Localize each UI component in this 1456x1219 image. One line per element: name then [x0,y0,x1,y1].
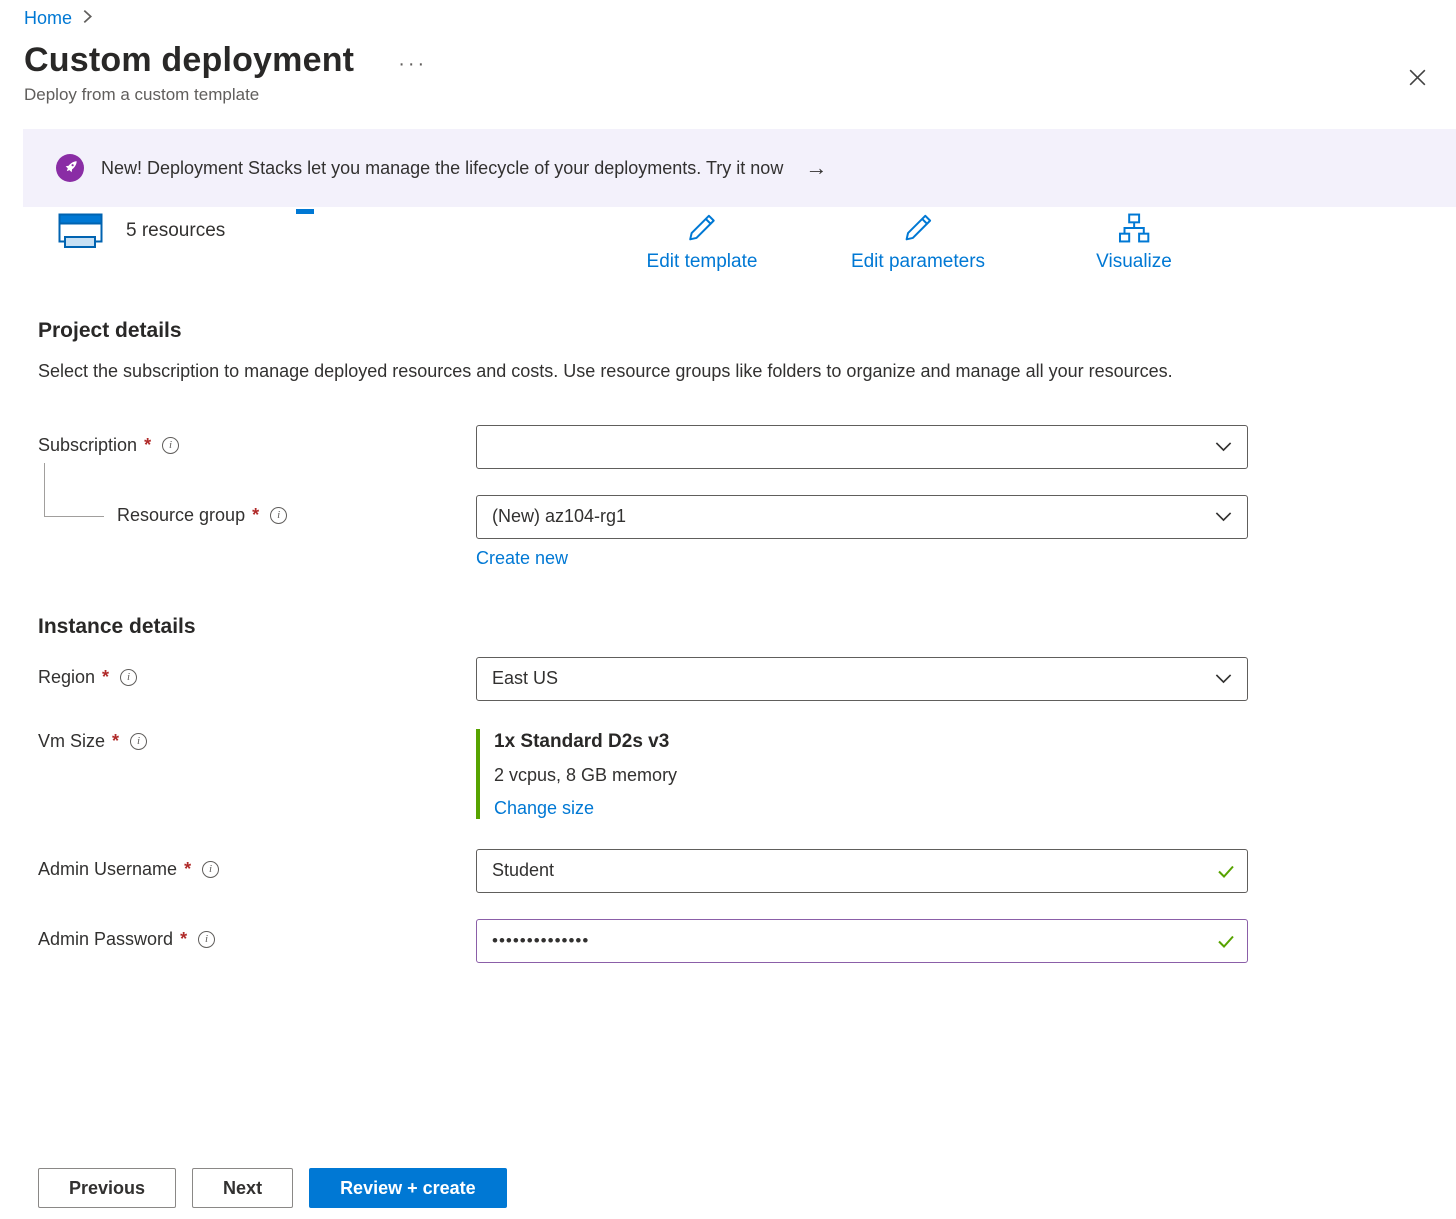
region-row: Region * i East US [38,657,1416,701]
required-asterisk: * [102,667,109,688]
info-icon[interactable]: i [130,733,147,750]
edit-template-button[interactable]: Edit template [647,211,758,273]
resources-count-label: 5 resources [126,220,225,242]
valid-check-icon [1216,931,1236,956]
vm-size-row: Vm Size * i 1x Standard D2s v3 2 vcpus, … [38,729,1416,819]
wizard-footer: Previous Next Review + create [38,1168,507,1208]
edit-template-label: Edit template [647,251,758,273]
visualize-icon [1117,211,1151,248]
resource-group-label: Resource group [117,505,245,526]
resource-group-dropdown[interactable]: (New) az104-rg1 [476,495,1248,539]
required-asterisk: * [112,731,119,752]
change-size-link[interactable]: Change size [494,798,594,819]
pencil-icon [685,211,719,248]
resource-group-value: (New) az104-rg1 [492,506,626,527]
required-asterisk: * [252,505,259,526]
create-new-link[interactable]: Create new [476,548,568,569]
previous-button[interactable]: Previous [38,1168,176,1208]
instance-details-heading: Instance details [38,615,1416,639]
edit-parameters-button[interactable]: Edit parameters [851,211,985,273]
vm-size-detail: 2 vcpus, 8 GB memory [494,765,1248,786]
rocket-icon [55,153,85,183]
breadcrumb-home-link[interactable]: Home [24,8,72,29]
valid-check-icon [1216,861,1236,886]
breadcrumb: Home [24,8,1456,29]
chevron-down-icon [1214,507,1233,526]
required-asterisk: * [184,859,191,880]
close-button[interactable] [1400,62,1434,96]
page-title: Custom deployment [24,41,354,80]
required-asterisk: * [180,929,187,950]
form-main: Project details Select the subscription … [0,319,1456,963]
visualize-label: Visualize [1096,251,1172,273]
clipped-text-fragment [296,209,314,214]
subscription-label: Subscription [38,435,137,456]
template-resources: 5 resources [58,213,225,249]
resource-group-row: Resource group * i (New) az104-rg1 Creat… [38,495,1416,569]
announcement-banner[interactable]: New! Deployment Stacks let you manage th… [23,129,1456,207]
vm-size-summary: 1x Standard D2s v3 2 vcpus, 8 GB memory … [476,729,1248,819]
region-label: Region [38,667,95,688]
info-icon[interactable]: i [198,931,215,948]
next-button[interactable]: Next [192,1168,293,1208]
tree-connector [44,463,104,517]
admin-username-row: Admin Username * i [38,849,1416,893]
info-icon[interactable]: i [162,437,179,454]
arrow-right-icon: → [805,155,827,181]
vm-size-label: Vm Size [38,731,105,752]
region-dropdown[interactable]: East US [476,657,1248,701]
admin-username-input[interactable] [476,849,1248,893]
info-icon[interactable]: i [120,669,137,686]
admin-password-label: Admin Password [38,929,173,950]
review-create-button[interactable]: Review + create [309,1168,507,1208]
subscription-dropdown[interactable] [476,425,1248,469]
template-resources-icon [58,213,106,249]
banner-message: New! Deployment Stacks let you manage th… [101,158,783,179]
region-value: East US [492,668,558,689]
chevron-down-icon [1214,437,1233,456]
pencil-icon [901,211,935,248]
page-header: Home Custom deployment ··· Deploy from a… [0,0,1456,105]
breadcrumb-chevron-icon [82,9,93,29]
admin-password-input[interactable] [476,919,1248,963]
admin-password-row: Admin Password * i [38,919,1416,963]
more-options-button[interactable]: ··· [398,48,427,74]
page-subtitle: Deploy from a custom template [24,85,1456,105]
project-details-description: Select the subscription to manage deploy… [38,357,1198,387]
close-icon [1407,67,1428,91]
chevron-down-icon [1214,669,1233,688]
info-icon[interactable]: i [202,861,219,878]
vm-size-value: 1x Standard D2s v3 [494,731,1248,753]
template-bar: 5 resources Edit template Edit parameter… [0,211,1456,275]
info-icon[interactable]: i [270,507,287,524]
admin-username-label: Admin Username [38,859,177,880]
edit-parameters-label: Edit parameters [851,251,985,273]
project-details-heading: Project details [38,319,1416,343]
subscription-row: Subscription * i [38,425,1416,469]
visualize-button[interactable]: Visualize [1096,211,1172,273]
required-asterisk: * [144,435,151,456]
